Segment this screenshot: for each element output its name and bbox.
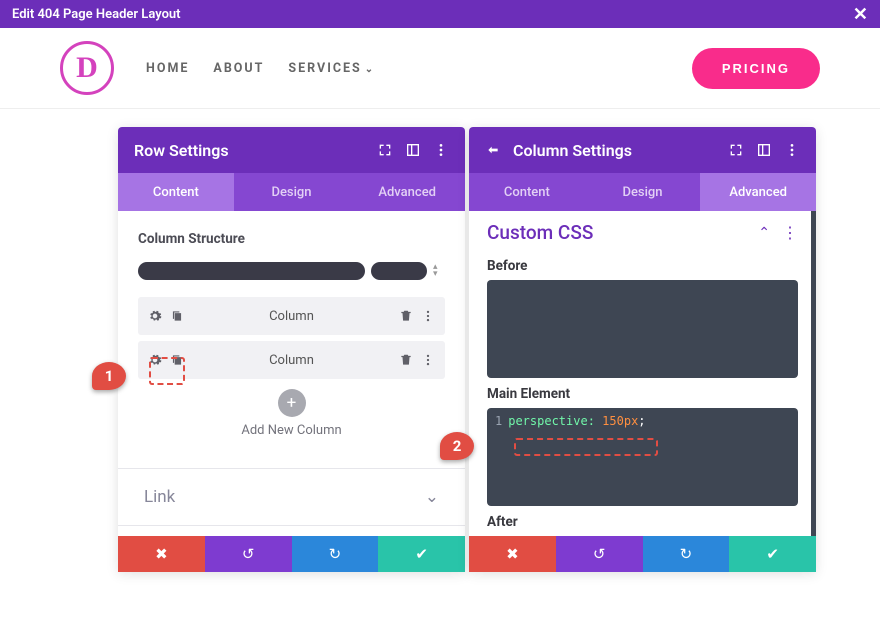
- action-bar: ✖ ↺ ↻ ✔: [118, 536, 465, 572]
- tab-content[interactable]: Content: [118, 173, 234, 211]
- back-icon[interactable]: [485, 142, 501, 158]
- discard-button[interactable]: ✖: [469, 536, 556, 572]
- duplicate-icon[interactable]: [170, 353, 184, 367]
- trash-icon[interactable]: [399, 309, 413, 323]
- gear-icon[interactable]: [148, 309, 162, 323]
- panel-tabs: Content Design Advanced: [469, 173, 816, 211]
- top-bar-title: Edit 404 Page Header Layout: [12, 7, 181, 22]
- discard-button[interactable]: ✖: [118, 536, 205, 572]
- pricing-button[interactable]: PRICING: [692, 48, 820, 89]
- custom-css-header[interactable]: Custom CSS ⌃ ⋮: [487, 221, 798, 244]
- tab-advanced[interactable]: Advanced: [700, 173, 816, 211]
- gear-icon[interactable]: [148, 353, 162, 367]
- callout-marker-2: 2: [440, 432, 474, 460]
- column-label: Column: [192, 353, 391, 368]
- before-label: Before: [487, 258, 798, 274]
- panel-tabs: Content Design Advanced: [118, 173, 465, 211]
- more-icon[interactable]: ⋮: [782, 223, 798, 242]
- redo-button[interactable]: ↻: [643, 536, 730, 572]
- save-button[interactable]: ✔: [378, 536, 465, 572]
- panel-title: Column Settings: [513, 141, 716, 160]
- nav-home[interactable]: HOME: [146, 61, 189, 76]
- more-icon[interactable]: [421, 309, 435, 323]
- panel-body: Column Structure ▴▾ Column Column +: [118, 211, 465, 572]
- duplicate-icon[interactable]: [170, 309, 184, 323]
- site-header: D HOME ABOUT SERVICES⌄ PRICING: [0, 28, 880, 109]
- action-bar: ✖ ↺ ↻ ✔: [469, 536, 816, 572]
- main-nav: HOME ABOUT SERVICES⌄: [146, 61, 375, 76]
- logo[interactable]: D: [60, 41, 114, 95]
- more-icon[interactable]: [784, 142, 800, 158]
- grid-icon[interactable]: [756, 142, 772, 158]
- column-structure-selector[interactable]: ▴▾: [138, 257, 445, 285]
- row-settings-panel: Row Settings Content Design Advanced Col…: [118, 127, 465, 572]
- accordion-link[interactable]: Link ⌄: [118, 468, 465, 525]
- undo-button[interactable]: ↺: [556, 536, 643, 572]
- grid-icon[interactable]: [405, 142, 421, 158]
- panel-body: Custom CSS ⌃ ⋮ Before Main Element 1pers…: [469, 211, 816, 572]
- column-settings-panel: Column Settings Content Design Advanced …: [469, 127, 816, 572]
- panel-header: Row Settings: [118, 127, 465, 173]
- chevron-up-icon[interactable]: ⌃: [758, 225, 770, 241]
- more-icon[interactable]: [421, 353, 435, 367]
- column-structure-label: Column Structure: [138, 231, 445, 247]
- chevron-down-icon: ⌄: [365, 64, 375, 75]
- trash-icon[interactable]: [399, 353, 413, 367]
- before-code-input[interactable]: [487, 280, 798, 378]
- chevron-down-icon: ⌄: [425, 487, 439, 507]
- tab-design[interactable]: Design: [234, 173, 350, 211]
- panel-header: Column Settings: [469, 127, 816, 173]
- expand-icon[interactable]: [728, 142, 744, 158]
- close-icon[interactable]: ✕: [853, 4, 868, 25]
- nav-about[interactable]: ABOUT: [213, 61, 264, 76]
- main-element-label: Main Element: [487, 386, 798, 402]
- structure-stepper[interactable]: ▴▾: [433, 264, 445, 278]
- column-label: Column: [192, 309, 391, 324]
- tab-advanced[interactable]: Advanced: [349, 173, 465, 211]
- after-label: After: [487, 514, 798, 530]
- top-bar: Edit 404 Page Header Layout ✕: [0, 0, 880, 28]
- save-button[interactable]: ✔: [729, 536, 816, 572]
- structure-bar-wide: [138, 262, 365, 280]
- scrollbar[interactable]: [811, 211, 816, 572]
- callout-marker-1: 1: [92, 362, 126, 390]
- column-row-1[interactable]: Column: [138, 297, 445, 335]
- column-row-2[interactable]: Column: [138, 341, 445, 379]
- panels-wrap: Row Settings Content Design Advanced Col…: [118, 127, 816, 572]
- main-element-code-input[interactable]: 1perspective: 150px;: [487, 408, 798, 506]
- more-icon[interactable]: [433, 142, 449, 158]
- expand-icon[interactable]: [377, 142, 393, 158]
- tab-content[interactable]: Content: [469, 173, 585, 211]
- add-column-button[interactable]: +: [278, 389, 306, 417]
- structure-bar-narrow: [371, 262, 427, 280]
- tab-design[interactable]: Design: [585, 173, 701, 211]
- redo-button[interactable]: ↻: [292, 536, 379, 572]
- undo-button[interactable]: ↺: [205, 536, 292, 572]
- panel-title: Row Settings: [134, 141, 365, 160]
- add-column-label: Add New Column: [138, 423, 445, 438]
- nav-services[interactable]: SERVICES⌄: [288, 61, 375, 76]
